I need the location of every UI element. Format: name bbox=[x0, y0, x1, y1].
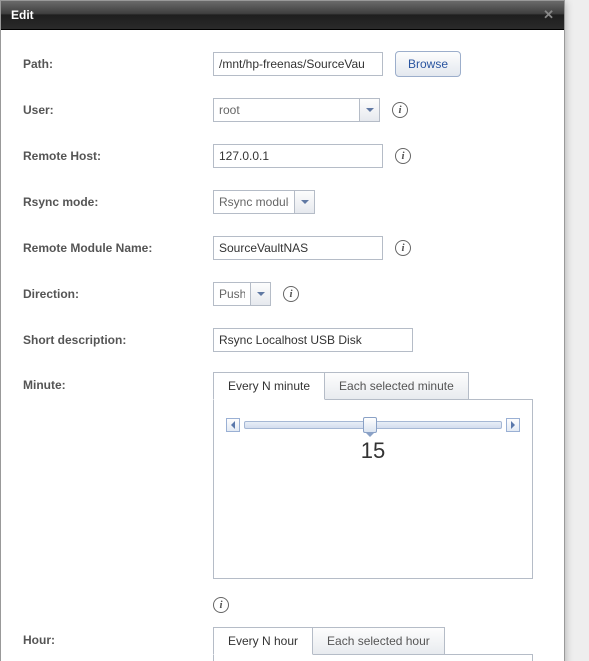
hour-tab-box: Every N hour Each selected hour 1 bbox=[213, 627, 533, 661]
mode-label: Rsync mode: bbox=[23, 195, 213, 209]
info-icon[interactable] bbox=[395, 148, 411, 164]
row-desc: Short description: bbox=[23, 326, 546, 354]
tab-each-selected-hour[interactable]: Each selected hour bbox=[312, 627, 445, 655]
user-combo-text[interactable] bbox=[214, 99, 359, 121]
dialog-titlebar[interactable]: Edit ✕ bbox=[1, 1, 564, 30]
host-input[interactable] bbox=[213, 144, 383, 168]
minute-tab-box: Every N minute Each selected minute 15 bbox=[213, 372, 533, 579]
minute-label: Minute: bbox=[23, 372, 213, 392]
row-path: Path: Browse bbox=[23, 50, 546, 78]
close-icon[interactable]: ✕ bbox=[543, 7, 554, 23]
hour-tabs: Every N hour Each selected hour bbox=[213, 627, 533, 655]
minute-slider-handle[interactable] bbox=[363, 417, 377, 433]
row-module: Remote Module Name: bbox=[23, 234, 546, 262]
desc-input[interactable] bbox=[213, 328, 413, 352]
row-minute: Minute: Every N minute Each selected min… bbox=[23, 372, 546, 579]
minute-value: 15 bbox=[226, 438, 520, 464]
row-host: Remote Host: bbox=[23, 142, 546, 170]
row-mode: Rsync mode: bbox=[23, 188, 546, 216]
chevron-down-icon[interactable] bbox=[294, 191, 314, 213]
minute-slider bbox=[226, 418, 520, 432]
minute-slider-track[interactable] bbox=[244, 421, 502, 429]
user-label: User: bbox=[23, 103, 213, 117]
chevron-down-icon[interactable] bbox=[250, 283, 270, 305]
slider-decrement-icon[interactable] bbox=[226, 418, 240, 432]
tab-every-n-minute[interactable]: Every N minute bbox=[213, 372, 325, 400]
mode-combo[interactable] bbox=[213, 190, 315, 214]
browse-button[interactable]: Browse bbox=[395, 51, 461, 77]
edit-dialog: Edit ✕ Path: Browse User: Remote H bbox=[0, 0, 565, 661]
minute-tabs: Every N minute Each selected minute bbox=[213, 372, 533, 400]
path-input[interactable] bbox=[213, 52, 383, 76]
dialog-scroll[interactable]: Edit ✕ Path: Browse User: Remote H bbox=[0, 0, 589, 661]
mode-combo-text[interactable] bbox=[214, 191, 294, 213]
hour-label: Hour: bbox=[23, 627, 213, 647]
dialog-title: Edit bbox=[11, 8, 34, 22]
module-label: Remote Module Name: bbox=[23, 241, 213, 255]
hour-tab-panel: 1 bbox=[213, 654, 533, 661]
minute-tab-panel: 15 bbox=[213, 399, 533, 579]
chevron-down-icon[interactable] bbox=[359, 99, 379, 121]
user-combo[interactable] bbox=[213, 98, 380, 122]
direction-label: Direction: bbox=[23, 287, 213, 301]
info-icon[interactable] bbox=[283, 286, 299, 302]
module-input[interactable] bbox=[213, 236, 383, 260]
direction-combo-text[interactable] bbox=[214, 283, 250, 305]
row-direction: Direction: bbox=[23, 280, 546, 308]
info-icon[interactable] bbox=[395, 240, 411, 256]
minute-info-row bbox=[213, 597, 546, 613]
row-user: User: bbox=[23, 96, 546, 124]
dialog-content: Path: Browse User: Remote Host: bbox=[1, 30, 564, 661]
tab-each-selected-minute[interactable]: Each selected minute bbox=[324, 372, 469, 400]
info-icon[interactable] bbox=[392, 102, 408, 118]
info-icon[interactable] bbox=[213, 597, 229, 613]
tab-every-n-hour[interactable]: Every N hour bbox=[213, 627, 313, 655]
slider-increment-icon[interactable] bbox=[506, 418, 520, 432]
host-label: Remote Host: bbox=[23, 149, 213, 163]
direction-combo[interactable] bbox=[213, 282, 271, 306]
row-hour: Hour: Every N hour Each selected hour 1 bbox=[23, 627, 546, 661]
desc-label: Short description: bbox=[23, 333, 213, 347]
path-label: Path: bbox=[23, 57, 213, 71]
